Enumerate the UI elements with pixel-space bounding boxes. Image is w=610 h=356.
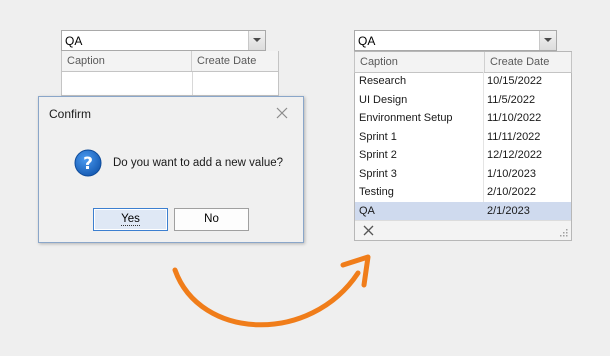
- left-combo-dropdown-button[interactable]: [248, 31, 265, 50]
- left-combo-value[interactable]: QA: [65, 34, 82, 48]
- no-button[interactable]: No: [174, 208, 249, 231]
- left-grid-body: [61, 72, 279, 96]
- resize-grip-icon[interactable]: [558, 227, 568, 237]
- row-caption: Sprint 3: [359, 167, 397, 180]
- chevron-down-icon: [253, 38, 261, 42]
- question-icon: ?: [74, 149, 102, 177]
- confirm-dialog: Confirm ? Do you want to add a new value…: [38, 96, 304, 243]
- curved-arrow-icon: [172, 254, 371, 328]
- table-row[interactable]: Testing 2/10/2022: [355, 183, 571, 202]
- close-icon[interactable]: [275, 106, 289, 120]
- row-caption: Research: [359, 75, 407, 87]
- left-grid-header: Caption Create Date: [61, 51, 279, 72]
- right-grid-header: Caption Create Date: [354, 52, 572, 73]
- table-row[interactable]: Environment Setup 11/10/2022: [355, 109, 571, 128]
- table-row[interactable]: QA 2/1/2023: [355, 201, 571, 220]
- table-row[interactable]: UI Design 11/5/2022: [355, 91, 571, 110]
- row-create-date: 10/15/2022: [487, 75, 543, 87]
- right-combo-dropdown-button[interactable]: [539, 31, 556, 50]
- svg-text:?: ?: [83, 154, 93, 174]
- right-combo-value[interactable]: QA: [358, 34, 375, 48]
- row-create-date: 11/10/2022: [487, 112, 542, 124]
- row-create-date: 2/1/2023: [487, 204, 530, 217]
- right-grid-rows: Research 10/15/2022 UI Design 11/5/2022 Envi…: [355, 72, 571, 220]
- popup-footer: [355, 220, 571, 240]
- row-create-date: 12/12/2022: [487, 149, 543, 161]
- row-create-date: 11/11/2022: [487, 130, 541, 143]
- right-dropdown-popup: Caption Create Date Research 10/15/2022 UI…: [354, 51, 572, 241]
- yes-button-label: Yes: [121, 213, 140, 226]
- table-row[interactable]: Sprint 2 12/12/2022: [355, 146, 571, 165]
- row-caption: Testing: [359, 186, 394, 198]
- row-caption: Sprint 1: [359, 130, 397, 143]
- yes-button[interactable]: Yes: [93, 208, 168, 231]
- dialog-message: Do you want to add a new value?: [113, 157, 284, 169]
- left-grid-divider: [192, 72, 193, 95]
- left-column-create-date[interactable]: Create Date: [192, 51, 256, 71]
- left-column-caption[interactable]: Caption: [62, 51, 192, 71]
- left-lookup-combo[interactable]: QA: [61, 30, 266, 51]
- row-caption: Environment Setup: [359, 112, 453, 124]
- row-create-date: 11/5/2022: [487, 93, 536, 106]
- row-caption: UI Design: [359, 93, 408, 106]
- row-create-date: 1/10/2023: [487, 167, 536, 180]
- right-lookup-combo[interactable]: QA: [354, 30, 557, 51]
- right-column-caption[interactable]: Caption: [355, 52, 485, 72]
- row-caption: QA: [359, 204, 375, 217]
- row-create-date: 2/10/2022: [487, 186, 536, 198]
- table-row[interactable]: Sprint 1 11/11/2022: [355, 128, 571, 147]
- chevron-down-icon: [544, 38, 552, 42]
- table-row[interactable]: Research 10/15/2022: [355, 72, 571, 91]
- table-row[interactable]: Sprint 3 1/10/2023: [355, 165, 571, 184]
- dialog-title: Confirm: [49, 107, 92, 121]
- clear-icon[interactable]: [363, 225, 374, 236]
- no-button-label: No: [204, 213, 219, 225]
- row-caption: Sprint 2: [359, 149, 397, 161]
- right-column-create-date[interactable]: Create Date: [485, 52, 549, 72]
